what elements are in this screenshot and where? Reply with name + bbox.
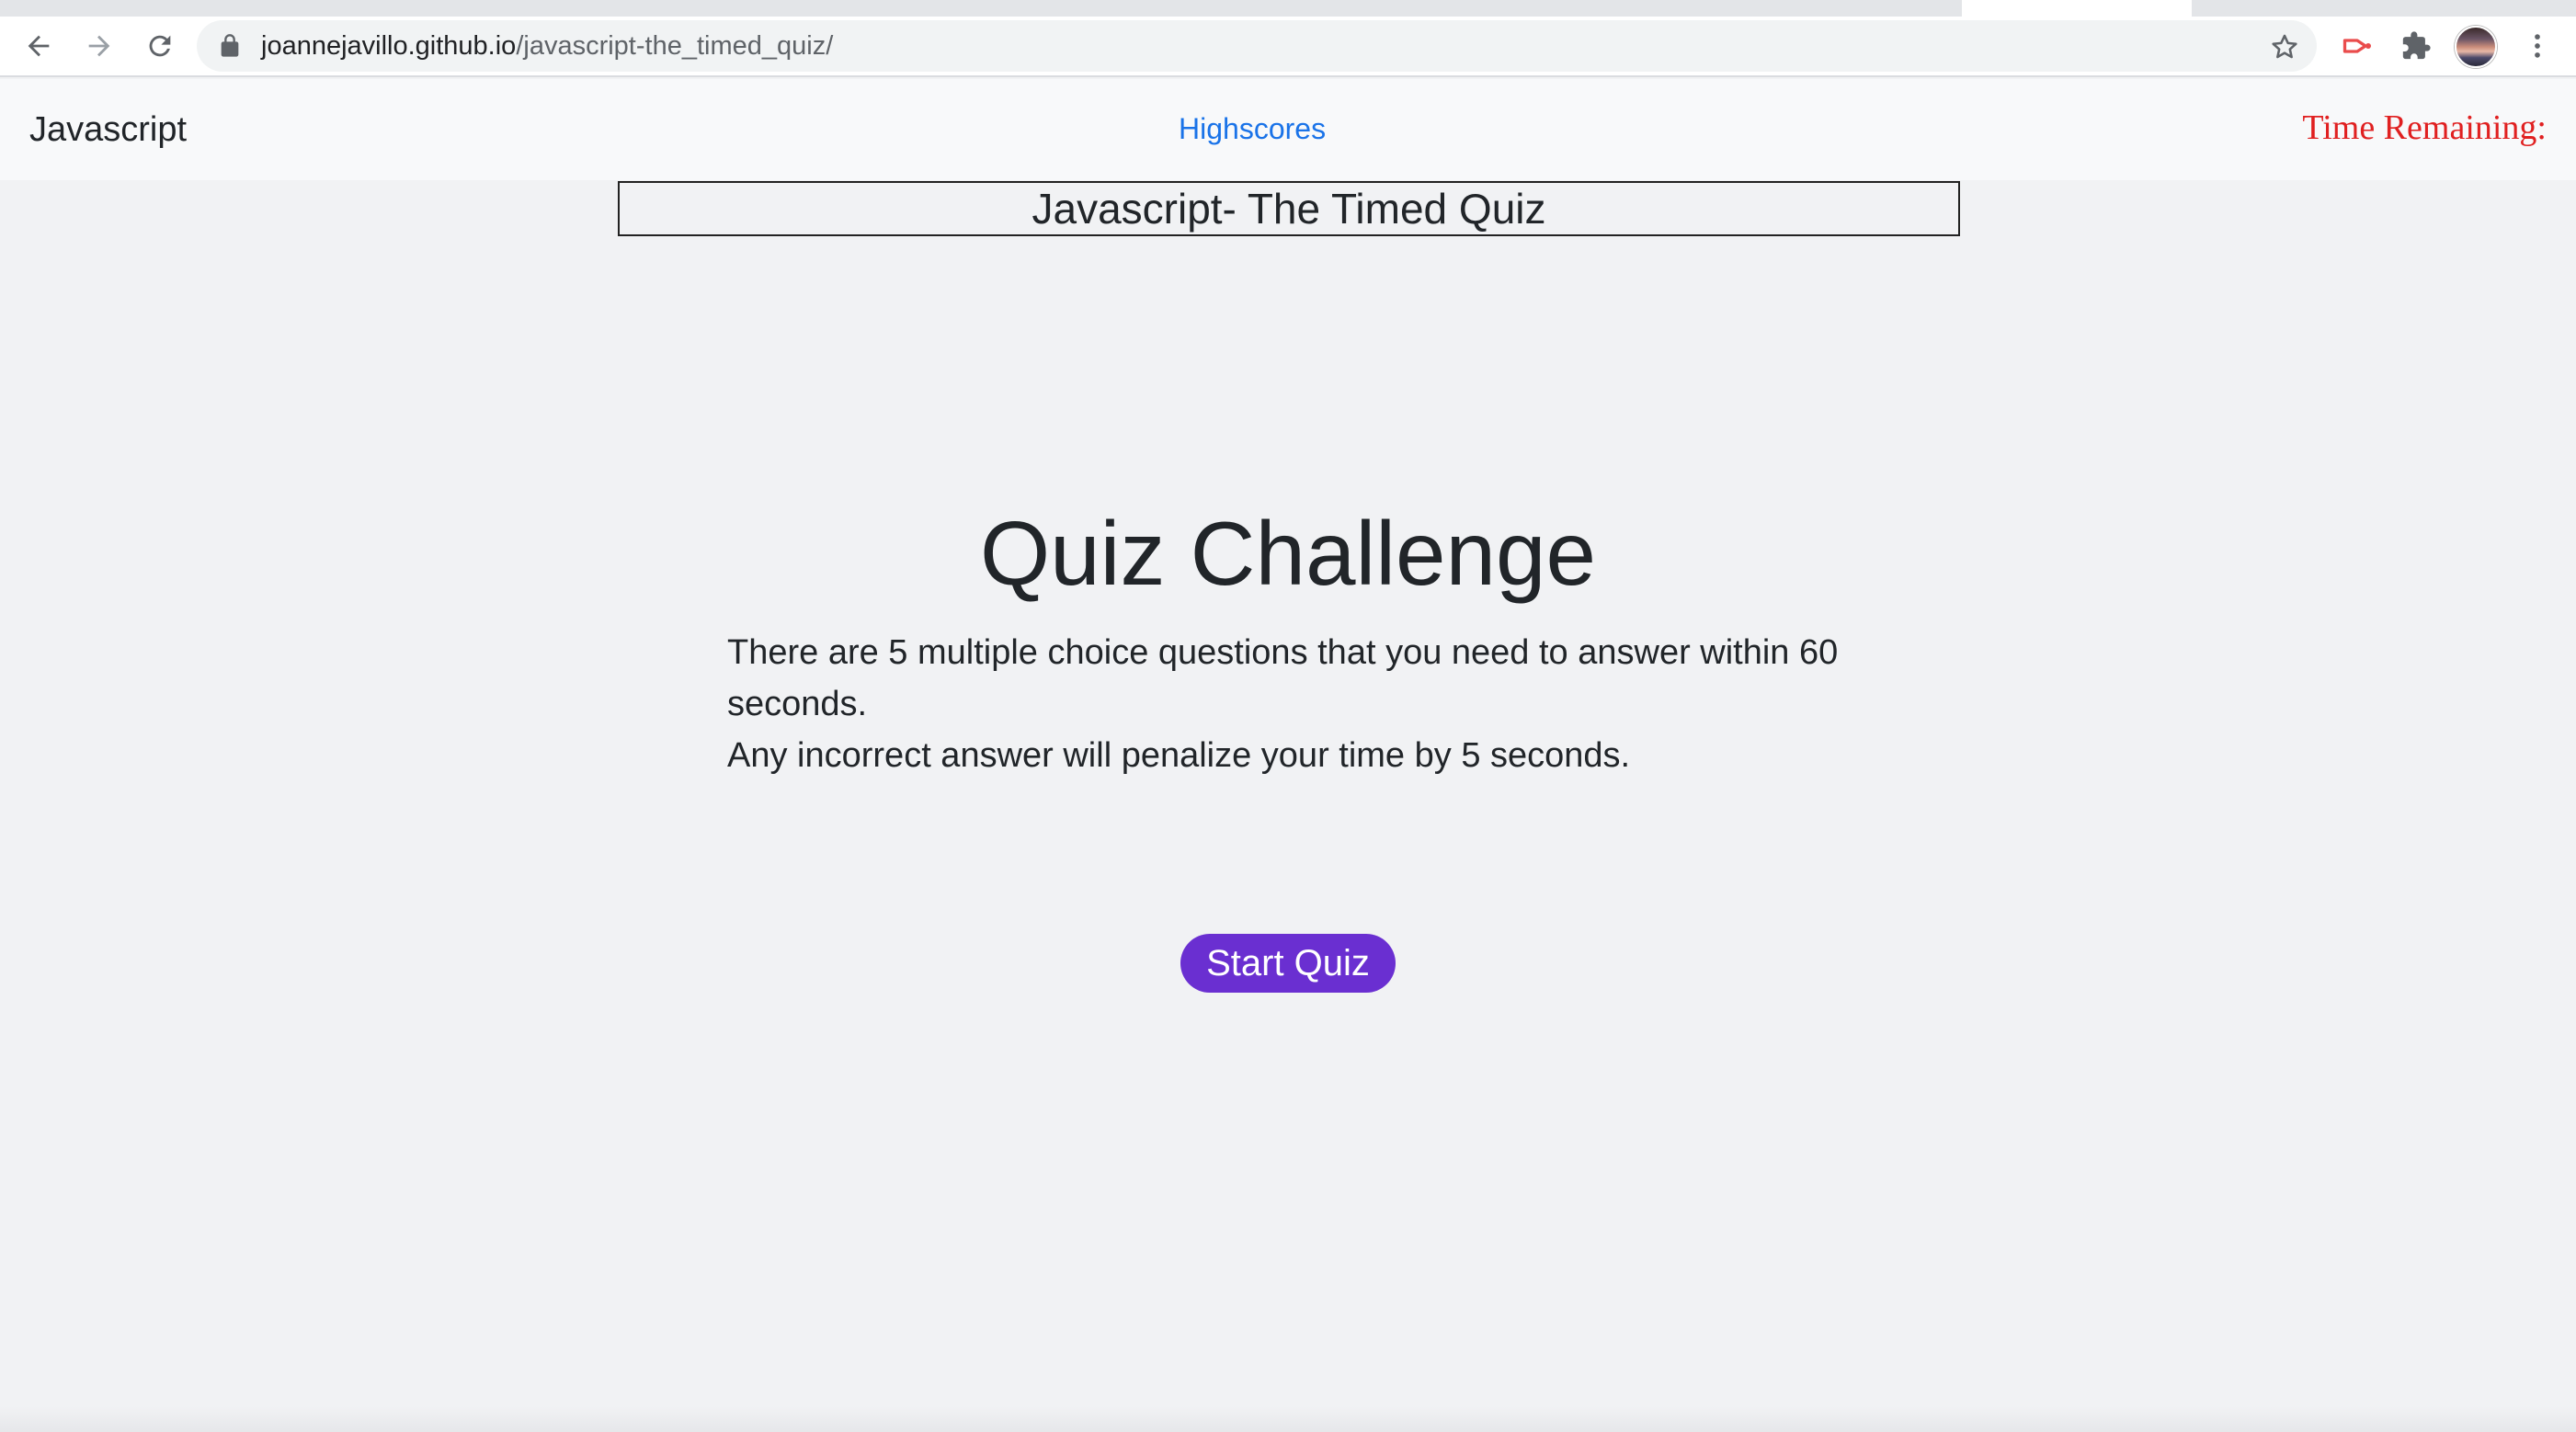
browser-toolbar: joannejavillo.github.io/javascript-the_t… <box>0 17 2576 77</box>
time-remaining-label: Time Remaining: <box>2302 108 2547 147</box>
url-text: joannejavillo.github.io/javascript-the_t… <box>261 30 833 62</box>
extension-cast-icon[interactable] <box>2337 26 2377 66</box>
quiz-instructions: There are 5 multiple choice questions th… <box>727 627 1849 781</box>
back-button[interactable] <box>15 22 63 70</box>
address-bar[interactable]: joannejavillo.github.io/javascript-the_t… <box>197 20 2317 72</box>
bookmark-star-icon[interactable] <box>2269 31 2300 63</box>
lock-icon <box>221 34 239 57</box>
navbar-brand[interactable]: Javascript <box>29 108 187 151</box>
forward-button[interactable] <box>75 22 123 70</box>
quiz-heading: Quiz Challenge <box>979 503 1597 604</box>
url-path: /javascript-the_timed_quiz/ <box>516 31 834 61</box>
reload-icon <box>149 35 171 57</box>
quiz-title-box: Javascript- The Timed Quiz <box>618 181 1960 236</box>
reload-button[interactable] <box>136 22 184 70</box>
highscores-link[interactable]: Highscores <box>1179 110 1326 147</box>
start-quiz-button[interactable]: Start Quiz <box>1180 934 1396 993</box>
url-host: joannejavillo.github.io <box>261 31 517 61</box>
bottom-edge-shade <box>0 1406 2576 1432</box>
page: Javascript Highscores Time Remaining: Ja… <box>0 79 2576 1432</box>
back-icon <box>28 35 50 57</box>
profile-avatar[interactable] <box>2455 26 2497 68</box>
forward-icon <box>88 35 110 57</box>
active-tab[interactable] <box>1962 0 2192 17</box>
instructions-line-1: There are 5 multiple choice questions th… <box>727 633 1839 723</box>
navbar: Javascript Highscores Time Remaining: <box>0 79 2576 180</box>
extensions-puzzle-icon[interactable] <box>2396 26 2436 66</box>
instructions-line-2: Any incorrect answer will penalize your … <box>727 736 1631 775</box>
tab-strip <box>0 0 2576 17</box>
more-menu-icon[interactable] <box>2517 26 2558 66</box>
